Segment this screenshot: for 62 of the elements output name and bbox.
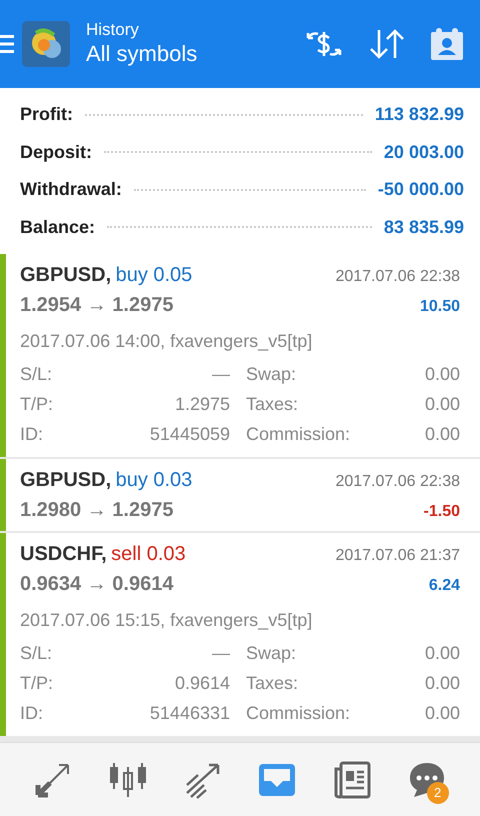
trade-item[interactable]: USDCHF, sell 0.03 2017.07.06 21:37 0.9634 → 0.9614 6.24 2017.07.06 15:15, fxavengers_v5[tp] S/L: — Swap: 0.00 T/P: 0.9614 Taxes: 0.00 ID: 51446331 Commission: 0.00 <box>0 533 480 736</box>
open-info: 2017.07.06 15:15, fxavengers_v5[tp] <box>20 609 314 632</box>
trade-prices: 1.2954 → 1.2975 <box>20 293 174 318</box>
trade-order: buy 0.05 <box>116 264 192 286</box>
open-info: 2017.07.06 14:00, fxavengers_v5[tp] <box>20 330 314 353</box>
menu-icon[interactable] <box>0 33 14 55</box>
trade-order: buy 0.03 <box>116 469 192 491</box>
detail-label: Commission: <box>246 702 350 724</box>
detail-value: 0.00 <box>424 362 460 386</box>
detail-label: ID: <box>20 702 44 724</box>
detail-label: ID: <box>20 422 44 446</box>
detail-value: 0.00 <box>424 422 460 446</box>
close-time: 2017.07.06 21:37 <box>335 546 460 566</box>
detail-value: 0.00 <box>424 702 460 724</box>
inbox-tray-icon <box>258 762 296 796</box>
summary-label: Profit: <box>20 103 73 126</box>
trade-profit: 6.24 <box>428 576 460 596</box>
detail-label: S/L: <box>20 362 52 386</box>
close-time: 2017.07.06 22:38 <box>335 267 460 287</box>
summary-label: Deposit: <box>20 140 92 164</box>
candlestick-icon <box>108 760 148 798</box>
trade-profit: -1.50 <box>424 502 460 522</box>
sort-icon[interactable] <box>368 28 406 60</box>
detail-value: — <box>212 362 230 386</box>
detail-label: Taxes: <box>246 672 298 694</box>
detail-label: Taxes: <box>246 392 298 416</box>
app-logo-icon <box>22 21 70 67</box>
summary-value: 83 835.99 <box>384 216 464 239</box>
detail-value: 51446331 <box>150 702 230 724</box>
trade-profit: 10.50 <box>420 297 460 317</box>
detail-value: 1.2975 <box>174 392 230 416</box>
newspaper-icon <box>332 760 371 798</box>
trade-symbol: GBPUSD, <box>20 469 112 491</box>
detail-label: T/P: <box>20 672 54 694</box>
close-time: 2017.07.06 22:38 <box>335 472 460 492</box>
detail-value: 0.00 <box>424 642 460 664</box>
detail-value: 0.00 <box>424 392 460 416</box>
trade-prices: 1.2980 → 1.2975 <box>20 498 174 523</box>
screen-title: History <box>86 20 140 40</box>
detail-label: T/P: <box>20 392 54 416</box>
detail-label: Swap: <box>246 642 296 665</box>
summary-value: 113 832.99 <box>374 103 464 126</box>
summary-value: 20 003.00 <box>384 140 464 164</box>
trade-symbol: USDCHF, <box>20 543 107 565</box>
summary-value: -50 000.00 <box>378 178 464 202</box>
trade-prices: 0.9634 → 0.9614 <box>20 572 174 597</box>
trade-item[interactable]: GBPUSD, buy 0.03 2017.07.06 22:38 1.2980 → 1.2975 -1.50 <box>0 459 480 531</box>
notification-badge: 2 <box>426 782 449 804</box>
detail-label: Swap: <box>246 362 296 386</box>
detail-label: Commission: <box>246 422 350 446</box>
trade-symbol: GBPUSD, <box>20 264 112 286</box>
detail-value: 0.9614 <box>174 672 230 694</box>
detail-value: 51445059 <box>150 422 230 446</box>
summary-label: Withdrawal: <box>20 178 122 202</box>
detail-value: 0.00 <box>424 672 460 694</box>
calendar-person-icon[interactable] <box>430 27 464 61</box>
detail-label: S/L: <box>20 642 52 664</box>
trade-item[interactable]: GBPUSD, buy 0.05 2017.07.06 22:38 1.2954 → 1.2975 10.50 2017.07.06 14:00, fxavengers_v5[tp] S/L: — Swap: 0.00 T/P: 1.2975 Taxes: 0.00 ID: 51445059 Commission: 0.00 <box>0 254 480 457</box>
trade-order: sell 0.03 <box>111 543 186 565</box>
detail-value: — <box>212 642 230 664</box>
summary-label: Balance: <box>20 216 96 239</box>
symbol-filter[interactable]: All symbols <box>86 40 304 68</box>
